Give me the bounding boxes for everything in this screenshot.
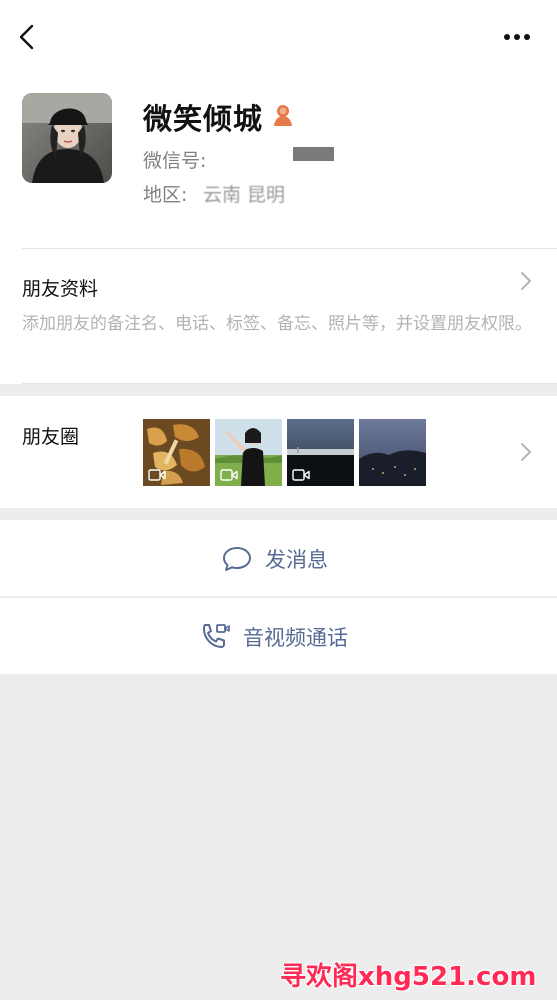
region-label: 地区: [143, 184, 188, 206]
video-camera-icon [292, 469, 310, 481]
wechat-id-redaction [293, 147, 334, 161]
send-message-button[interactable]: 发消息 [0, 520, 557, 596]
moments-thumbnail-4[interactable] [359, 419, 426, 486]
moments-title: 朋友圈 [22, 426, 80, 448]
more-icon[interactable] [500, 26, 534, 48]
wechat-id-label: 微信号: [143, 150, 207, 172]
back-icon[interactable] [14, 22, 44, 52]
video-camera-icon [220, 469, 238, 481]
chat-bubble-icon [223, 547, 251, 571]
gender-icon [274, 105, 292, 126]
top-bar [0, 0, 557, 76]
profile-name: 微笑倾城 [143, 102, 264, 136]
moments-thumbnail-1[interactable] [143, 419, 210, 486]
moments-thumbnail-2[interactable] [215, 419, 282, 486]
video-call-icon [203, 624, 230, 648]
chevron-right-icon [521, 272, 531, 290]
profile-card: 微笑倾城 微信号: 地区: 云南 昆明 [0, 76, 557, 248]
video-call-button[interactable]: 音视频通话 [0, 598, 557, 674]
friend-info-row[interactable]: 朋友资料 添加朋友的备注名、电话、标签、备忘、照片等，并设置朋友权限。 [0, 248, 557, 384]
watermark: 寻欢阁xhg521.com [280, 962, 537, 992]
region-value: 云南 昆明 [203, 184, 286, 206]
send-message-label: 发消息 [265, 548, 328, 572]
video-camera-icon [148, 469, 166, 481]
moments-thumbnail-3[interactable] [287, 419, 354, 486]
avatar[interactable] [22, 93, 112, 183]
friend-info-description: 添加朋友的备注名、电话、标签、备忘、照片等，并设置朋友权限。 [22, 314, 532, 334]
moments-row[interactable]: 朋友圈 [0, 396, 557, 508]
video-call-label: 音视频通话 [243, 626, 348, 650]
chevron-right-icon [521, 443, 531, 461]
friend-info-title: 朋友资料 [22, 278, 99, 300]
